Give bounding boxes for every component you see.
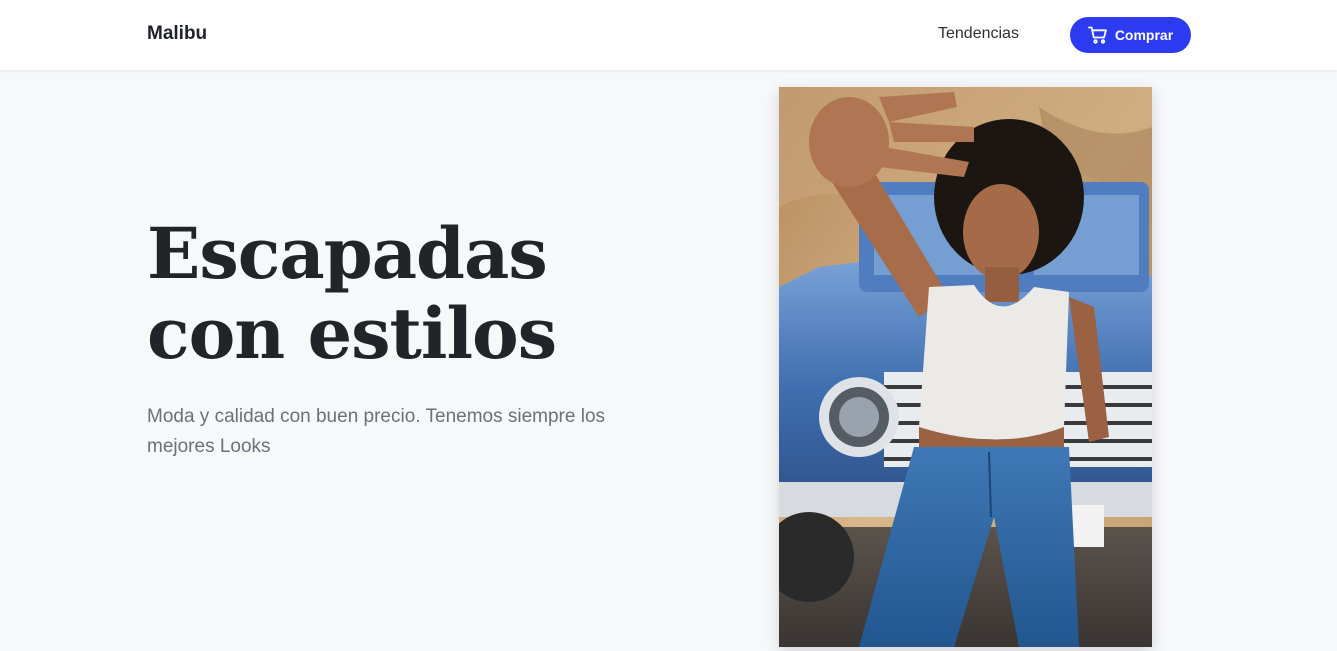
buy-button-label: Comprar <box>1114 27 1174 43</box>
cart-icon <box>1087 26 1108 44</box>
hero-subtitle: Moda y calidad con buen precio. Tenemos … <box>147 406 606 457</box>
brand-logo[interactable]: Malibu <box>147 23 207 45</box>
top-navbar: Malibu Tendencias Comprar <box>0 0 1337 70</box>
buy-button[interactable]: Comprar <box>1070 17 1191 53</box>
nav-link-tendencias[interactable]: Tendencias <box>938 25 1019 43</box>
hero-title-line-2: con estilos <box>147 292 557 375</box>
hero-photo <box>779 87 1152 647</box>
hero-title-line-1: Escapadas <box>147 212 548 295</box>
hero-title: Escapadas con estilos <box>147 214 707 374</box>
